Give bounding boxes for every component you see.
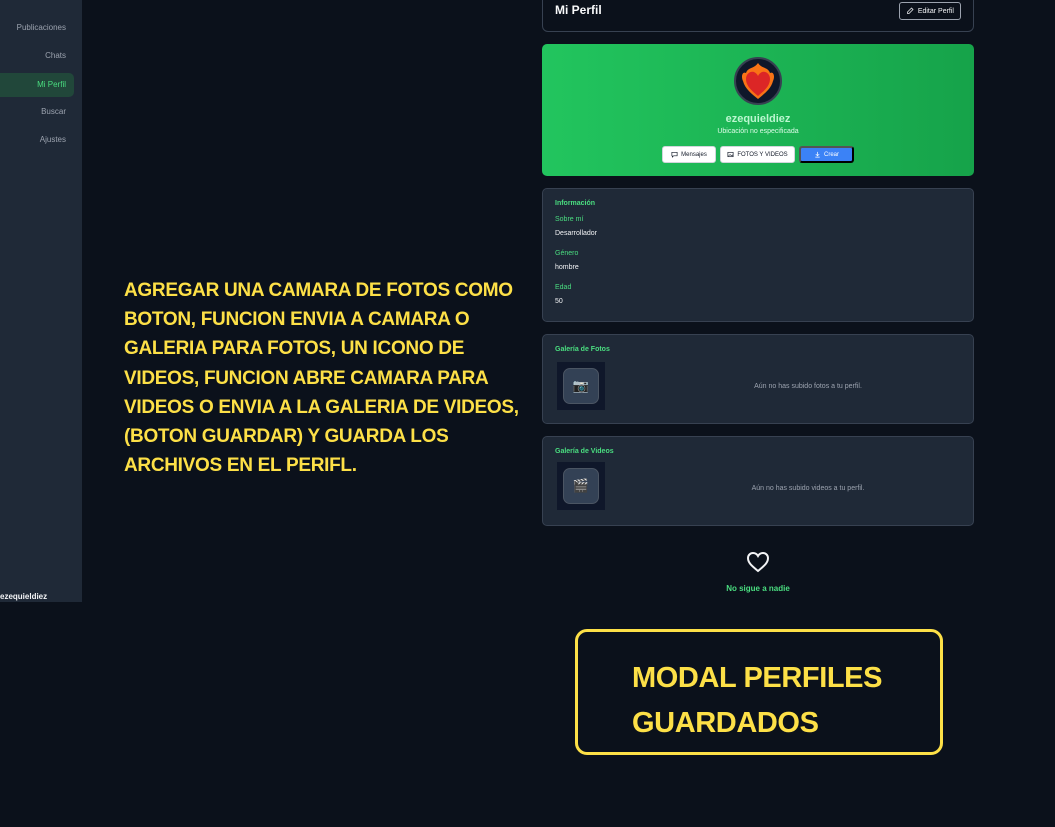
gender-label: Género	[555, 250, 579, 257]
chat-bubble-icon	[671, 151, 678, 158]
heart-icon[interactable]	[746, 551, 770, 573]
clapperboard-icon[interactable]: 🎬	[563, 468, 599, 504]
page-title: Mi Perfil	[555, 3, 602, 17]
following-status: No sigue a nadie	[726, 584, 790, 593]
photos-empty-message: Aún no has subido fotos a tu perfil.	[754, 383, 862, 390]
age-value: 50	[555, 298, 563, 305]
create-button[interactable]: Crear	[799, 146, 854, 163]
camera-icon[interactable]: 📷	[563, 368, 599, 404]
age-label: Edad	[555, 284, 572, 291]
video-gallery-card: Galería de Videos 🎬 Aún no has subido vi…	[542, 436, 974, 526]
photo-gallery-card: Galería de Fotos 📷 Aún no has subido fot…	[542, 334, 974, 424]
download-icon	[815, 151, 820, 158]
flaming-heart-icon	[742, 63, 774, 99]
sidebar-item-label: Chats	[45, 51, 66, 60]
video-gallery-title: Galería de Videos	[555, 448, 614, 455]
edit-profile-label: Editar Perfil	[917, 7, 954, 15]
sidebar-item-label: Ajustes	[39, 135, 66, 144]
sidebar-item-label: Publicaciones	[16, 23, 66, 32]
about-label: Sobre mí	[555, 216, 584, 223]
about-value: Desarrollador	[555, 230, 598, 237]
photos-videos-button[interactable]: FOTOS Y VIDEOS	[720, 146, 795, 163]
messages-label: Mensajes	[681, 151, 707, 158]
avatar[interactable]	[734, 57, 782, 105]
info-card: Información Sobre mí Desarrollador Géner…	[542, 188, 974, 322]
sidebar: Publicaciones Chats Mi Perfil Buscar Aju…	[0, 0, 82, 602]
profile-username: ezequieldiez	[725, 113, 791, 125]
profile-header: Mi Perfil Editar Perfil	[542, 0, 974, 32]
photo-thumb[interactable]: 📷	[557, 362, 605, 410]
sidebar-item-publicaciones[interactable]: Publicaciones	[0, 16, 74, 40]
videos-empty-message: Aún no has subido videos a tu perfil.	[751, 485, 865, 492]
sidebar-item-buscar[interactable]: Buscar	[0, 100, 74, 124]
annotation-note: AGREGAR UNA CAMARA DE FOTOS COMO BOTON, …	[124, 280, 519, 477]
profile-location: Ubicación no especificada	[717, 128, 799, 135]
photos-videos-label: FOTOS Y VIDEOS	[737, 151, 788, 158]
image-icon	[727, 151, 734, 158]
video-thumb[interactable]: 🎬	[557, 462, 605, 510]
profile-banner: ezequieldiez Ubicación no especificada M…	[542, 44, 974, 176]
gender-value: hombre	[555, 264, 579, 271]
sidebar-item-ajustes[interactable]: Ajustes	[0, 128, 74, 152]
photo-gallery-title: Galería de Fotos	[555, 346, 610, 353]
sidebar-item-chats[interactable]: Chats	[0, 44, 74, 68]
messages-button[interactable]: Mensajes	[662, 146, 716, 163]
sidebar-user[interactable]: ezequieldiez	[0, 592, 47, 601]
sidebar-item-mi-perfil[interactable]: Mi Perfil	[0, 73, 74, 97]
sidebar-item-label: Mi Perfil	[37, 80, 66, 89]
create-label: Crear	[823, 151, 839, 158]
pencil-icon	[906, 7, 914, 14]
edit-profile-button[interactable]: Editar Perfil	[898, 2, 961, 20]
annotation-modal-box: MODAL PERFILES GUARDADOS	[575, 629, 943, 755]
annotation-modal-text: MODAL PERFILES GUARDADOS	[632, 662, 883, 739]
info-title: Información	[555, 200, 596, 207]
sidebar-item-label: Buscar	[41, 107, 66, 116]
